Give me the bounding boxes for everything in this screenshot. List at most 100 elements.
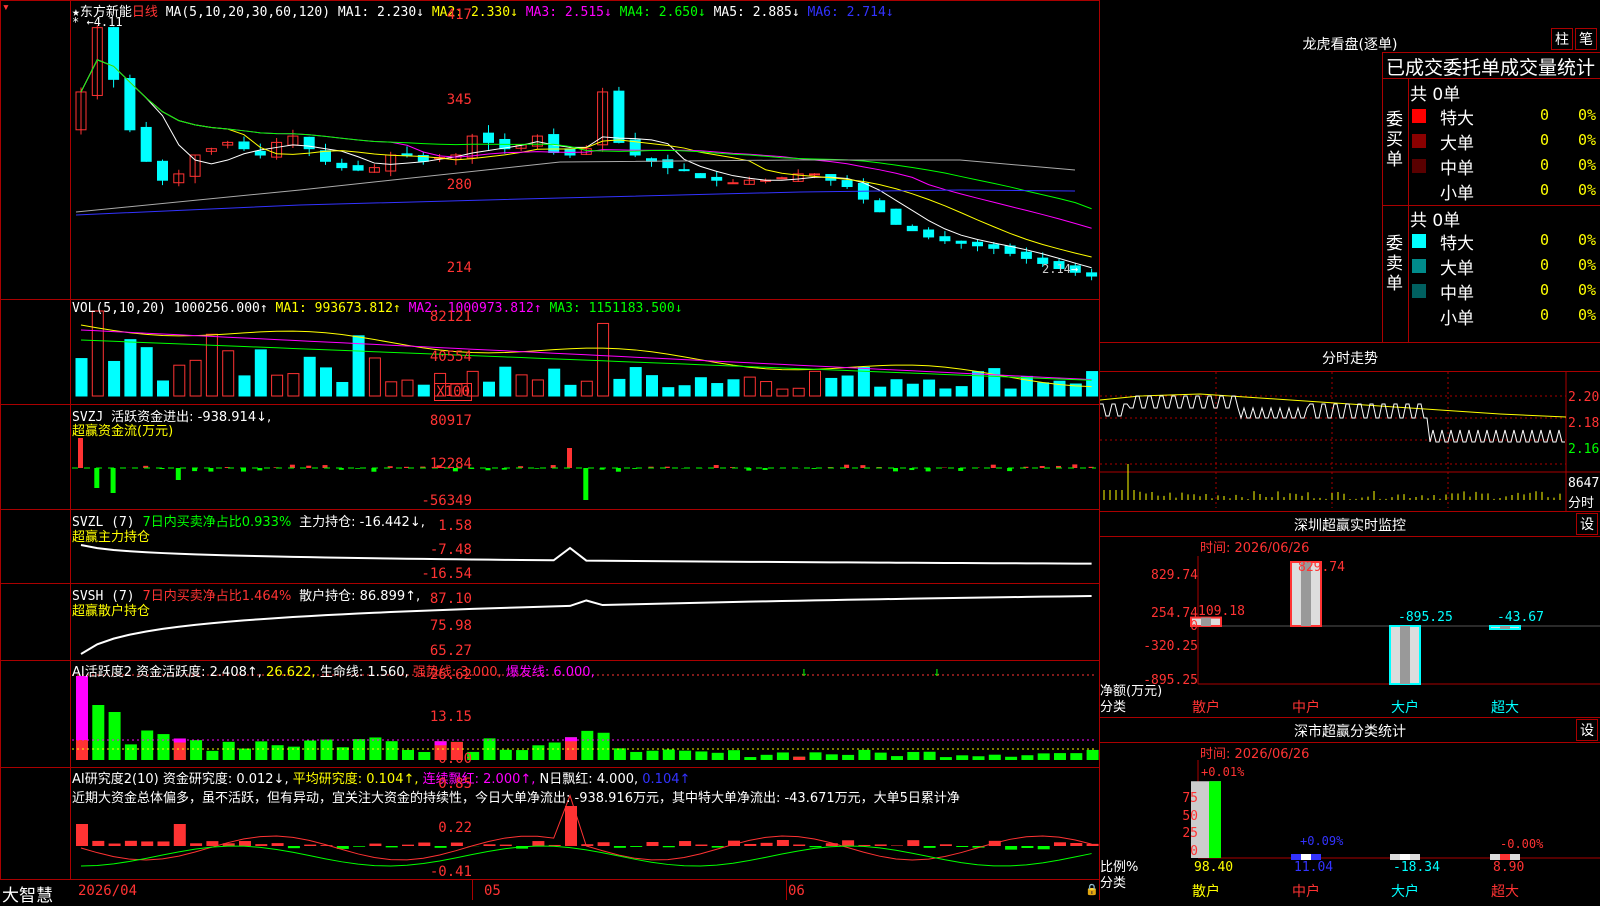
monitor-category: 超大 — [1491, 697, 1519, 717]
buy-row-qty: 0 — [1540, 181, 1549, 199]
ytick: 214 — [447, 260, 472, 276]
candle-body — [712, 177, 722, 180]
ai-research-bar — [761, 843, 773, 846]
svzj-bar — [371, 468, 376, 472]
candle-body — [1021, 252, 1031, 258]
candle-body — [940, 237, 950, 241]
ai-activity-bar — [1054, 753, 1066, 760]
ai-activity-bar — [647, 751, 659, 760]
sell-row-qty: 0 — [1540, 306, 1549, 324]
menu-marker[interactable]: ▾ — [2, 0, 10, 15]
ytick: 345 — [447, 92, 472, 108]
buy-row-pct: 0% — [1578, 106, 1596, 124]
vol-ma-line — [81, 325, 1092, 387]
ai-activity-bar — [956, 755, 968, 760]
candle-body — [989, 245, 999, 249]
ai-activity-bar — [1038, 753, 1050, 760]
ai-research-bar — [174, 824, 186, 846]
volume-bars — [76, 311, 1098, 396]
volume-bar — [418, 385, 429, 396]
ai-activity-bar — [907, 752, 919, 760]
ma-lines — [76, 60, 1092, 268]
ai-activity-bar — [1087, 750, 1099, 760]
buy-row-swatch — [1412, 134, 1426, 148]
ai-activity-bar — [255, 741, 267, 760]
lock-icon[interactable]: 🔒 — [1085, 883, 1099, 896]
monitor-settings-button[interactable]: 设 — [1576, 513, 1598, 535]
ai-research-bar — [1054, 842, 1066, 846]
buy-row-qty: 0 — [1540, 156, 1549, 174]
buy-row-pct: 0% — [1578, 156, 1596, 174]
volume-bar — [190, 360, 201, 396]
ai-research-bar — [581, 844, 593, 846]
brand-logo: 大智慧 — [2, 881, 53, 906]
volume-bar — [614, 379, 625, 396]
volume-bar — [125, 340, 136, 396]
monitor-ytick: -320.25 — [1143, 639, 1198, 654]
svzj-bar — [1040, 466, 1045, 468]
ma-line — [81, 60, 1092, 209]
ytick: 12284 — [430, 456, 472, 472]
ai-activity-bar — [92, 705, 104, 760]
ai-research-bar — [76, 824, 88, 846]
candle-body — [924, 230, 934, 237]
ai-research-header: AI研究度2(10) 资金研究度: 0.012↓, 平均研究度: 0.104↑,… — [72, 768, 690, 787]
classify-value-label: 98.40 — [1194, 860, 1233, 875]
signal-arrow: ↓ — [800, 665, 808, 680]
candle-body — [728, 183, 738, 184]
intraday-chart[interactable] — [1100, 372, 1600, 512]
ai-research-bar — [190, 843, 202, 846]
candle-body — [109, 28, 119, 80]
volume-bar — [369, 358, 380, 396]
period-label: 日线 — [132, 5, 158, 20]
ytick: 65.27 — [430, 643, 472, 659]
volume-unit-button[interactable]: X100 — [434, 383, 472, 401]
volume-bar — [810, 371, 821, 396]
volume-bar — [549, 369, 560, 396]
ai-activity-bar — [924, 752, 936, 760]
ai-research-bar — [109, 844, 121, 846]
date-axis-may: 05 — [484, 883, 501, 899]
candle-body — [842, 181, 852, 187]
ai-activity-bar — [695, 751, 707, 760]
volume-bar — [924, 380, 935, 396]
sell-row-swatch — [1412, 284, 1426, 298]
ai-activity-bar — [744, 757, 756, 760]
bar-view-button[interactable]: 柱 — [1551, 28, 1573, 50]
ai-research-bar — [1087, 844, 1099, 846]
monitor-time: 时间: 2026/06/26 — [1200, 537, 1309, 556]
volume-bar — [1087, 372, 1098, 396]
tick-view-button[interactable]: 笔 — [1575, 28, 1597, 50]
ai-research-bar — [304, 845, 316, 846]
monitor-title: 深圳超赢实时监控 — [1260, 515, 1440, 535]
ai-activity-bar — [858, 750, 870, 760]
ai-activity-bar — [842, 755, 854, 760]
ai-activity-bar — [549, 742, 561, 760]
monitor-ytick: 829.74 — [1151, 568, 1198, 583]
ai-activity-bar — [304, 741, 316, 760]
ai-activity-bar — [810, 752, 822, 760]
classify-settings-button[interactable]: 设 — [1576, 719, 1598, 741]
svzj-bar — [616, 468, 621, 472]
high-price-marker: * ←4.11 — [72, 15, 123, 29]
buy-orders-label: 委买单 — [1386, 110, 1404, 170]
candle-body — [158, 161, 168, 180]
volume-bar — [1005, 389, 1016, 396]
candle-body — [810, 174, 820, 175]
ai-research-bar — [777, 840, 789, 846]
ai-activity-bar — [663, 750, 675, 760]
ai-research-bar — [598, 842, 610, 846]
svzj-bar — [714, 465, 719, 468]
classify-category: 散户 — [1192, 881, 1220, 901]
volume-bar — [516, 375, 527, 396]
ai-research-bar — [875, 844, 887, 846]
monitor-value-label: -895.25 — [1398, 610, 1453, 625]
sell-row-swatch — [1412, 259, 1426, 273]
sell-row-swatch — [1412, 309, 1426, 323]
classify-ytick: 25 — [1182, 826, 1198, 841]
volume-header: VOL(5,10,20) 1000256.000↑ MA1: 993673.81… — [72, 301, 683, 316]
classify-chart[interactable] — [1100, 760, 1600, 900]
ai-research-bar — [239, 841, 251, 846]
volume-bar — [174, 365, 185, 396]
ai-activity-bar — [679, 751, 691, 760]
